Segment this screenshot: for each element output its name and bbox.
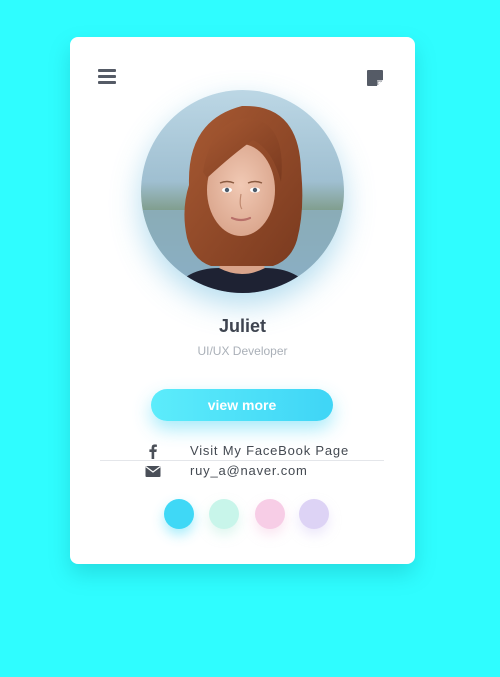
facebook-icon xyxy=(144,442,162,460)
color-dot-cyan[interactable] xyxy=(164,499,194,529)
facebook-link[interactable]: Visit My FaceBook Page xyxy=(190,443,349,458)
profile-role: UI/UX Developer xyxy=(197,344,288,358)
color-dot-mint[interactable] xyxy=(209,499,239,529)
profile-card: Juliet UI/UX Developer view more Visit M… xyxy=(70,37,415,564)
color-dot-lavender[interactable] xyxy=(299,499,329,529)
contact-row-facebook[interactable]: Visit My FaceBook Page xyxy=(100,441,384,461)
avatar xyxy=(141,90,344,293)
hamburger-menu-icon[interactable] xyxy=(98,69,120,87)
envelope-icon xyxy=(144,462,162,480)
profile-name: Juliet xyxy=(218,316,266,336)
sticky-note-icon[interactable] xyxy=(365,68,385,88)
contact-row-email[interactable]: ruy_a@naver.com xyxy=(100,461,384,481)
view-more-button[interactable]: view more xyxy=(151,389,333,421)
color-dot-pink[interactable] xyxy=(255,499,285,529)
email-address[interactable]: ruy_a@naver.com xyxy=(190,463,308,478)
